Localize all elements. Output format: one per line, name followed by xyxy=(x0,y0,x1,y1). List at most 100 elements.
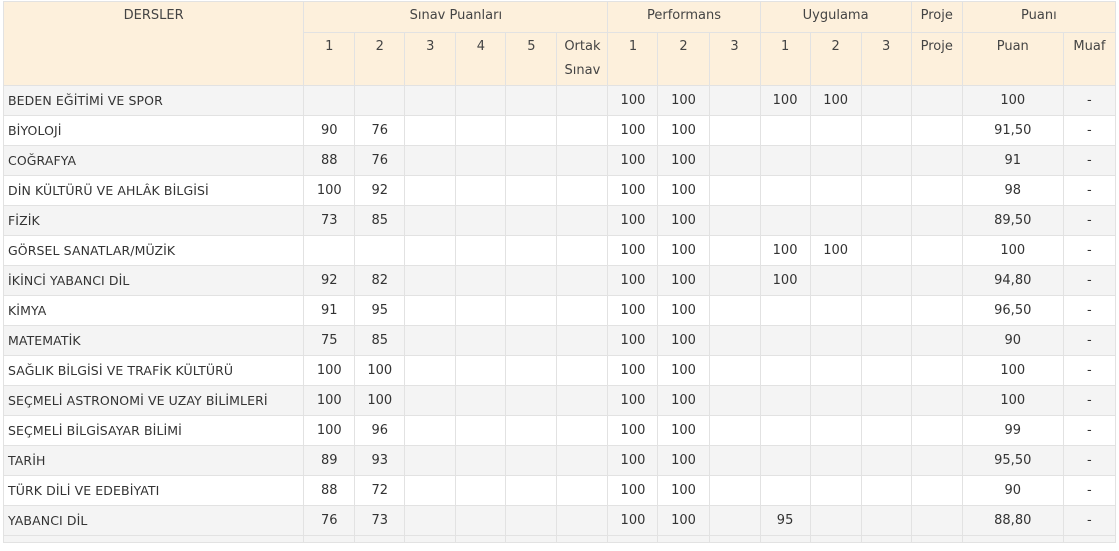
uygulama-1-cell xyxy=(759,445,811,476)
ortak-sinav-cell xyxy=(556,475,609,506)
uygulama-1-cell xyxy=(759,115,811,146)
grades-table-container: DERSLER Sınav Puanları Performans Uygula… xyxy=(2,1,1117,543)
uygulama-1-cell xyxy=(759,205,811,236)
uygulama-3-cell xyxy=(860,235,912,266)
sinav-1-cell: 100 xyxy=(303,415,356,446)
uygulama-2-cell: 100 xyxy=(809,235,862,266)
sinav-2-cell: 100 xyxy=(354,355,406,386)
proje-cell xyxy=(910,415,963,446)
muaf-cell: - xyxy=(1062,145,1117,176)
proje-cell xyxy=(910,475,963,506)
header-performans-1: 1 xyxy=(607,32,659,86)
muaf-cell: - xyxy=(1062,445,1117,476)
sinav-4-cell xyxy=(455,325,507,356)
performans-3-cell xyxy=(708,385,761,416)
puan-cell: 100 xyxy=(961,235,1064,266)
sinav-3-cell xyxy=(404,295,457,326)
muaf-cell: - xyxy=(1062,85,1117,116)
performans-2-cell: 100 xyxy=(657,445,710,476)
performans-3-cell xyxy=(708,175,761,206)
performans-3-cell xyxy=(708,145,761,176)
uygulama-2-cell: 100 xyxy=(809,85,862,116)
uygulama-2-cell xyxy=(809,385,862,416)
performans-2-cell: 100 xyxy=(657,205,710,236)
ortak-sinav-cell xyxy=(556,445,609,476)
performans-1-cell: 100 xyxy=(607,505,659,536)
performans-1-cell: 100 xyxy=(607,175,659,206)
sinav-2-cell xyxy=(354,235,406,266)
header-proje-group: Proje xyxy=(910,1,963,33)
table-row: SAĞLIK BİLGİSİ VE TRAFİK KÜLTÜRÜ 100 100 10… xyxy=(2,355,1117,386)
sinav-5-cell xyxy=(505,295,558,326)
sinav-3-cell xyxy=(404,235,457,266)
performans-2-cell: 100 xyxy=(657,385,710,416)
header-performans-2: 2 xyxy=(657,32,710,86)
header-sinav-3: 3 xyxy=(404,32,457,86)
ortak-sinav-cell xyxy=(556,355,609,386)
proje-cell xyxy=(910,445,963,476)
sinav-2-cell: 76 xyxy=(354,145,406,176)
puan-cell: 90 xyxy=(961,475,1064,506)
muaf-cell: - xyxy=(1062,415,1117,446)
performans-1-cell: 100 xyxy=(607,475,659,506)
uygulama-3-cell xyxy=(860,445,912,476)
header-sinav-5: 5 xyxy=(505,32,558,86)
sinav-5-cell xyxy=(505,415,558,446)
performans-1-cell: 100 xyxy=(607,145,659,176)
muaf-cell: - xyxy=(1062,475,1117,506)
proje-cell xyxy=(910,505,963,536)
proje-cell xyxy=(910,265,963,296)
uygulama-1-cell xyxy=(759,145,811,176)
table-row: MATEMATİK 75 85 100 100 90- xyxy=(2,325,1117,356)
performans-2-cell: 100 xyxy=(657,235,710,266)
sinav-4-cell xyxy=(455,115,507,146)
header-puan: Puan xyxy=(961,32,1064,86)
puan-cell: 99 xyxy=(961,415,1064,446)
sinav-2-cell: 85 xyxy=(354,325,406,356)
muaf-cell: - xyxy=(1062,175,1117,206)
header-muaf: Muaf xyxy=(1062,32,1117,86)
uygulama-1-cell xyxy=(759,475,811,506)
sinav-5-cell xyxy=(505,85,558,116)
proje-cell xyxy=(910,355,963,386)
ders-name-cell: MATEMATİK xyxy=(2,325,305,356)
proje-cell xyxy=(910,85,963,116)
sinav-4-cell xyxy=(455,475,507,506)
header-uygulama-2: 2 xyxy=(809,32,862,86)
sinav-3-cell xyxy=(404,205,457,236)
table-row: BİYOLOJİ 90 76 100 100 91,50- xyxy=(2,115,1117,146)
sinav-2-cell: 93 xyxy=(354,445,406,476)
muaf-cell: - xyxy=(1062,385,1117,416)
puan-cell: 88,80 xyxy=(961,505,1064,536)
uygulama-3-cell xyxy=(860,505,912,536)
uygulama-2-cell xyxy=(809,205,862,236)
sinav-4-cell xyxy=(455,415,507,446)
proje-cell xyxy=(910,115,963,146)
ders-name-cell: TARİH xyxy=(2,445,305,476)
header-dersler: DERSLER xyxy=(2,1,305,86)
sinav-1-cell: 90 xyxy=(303,115,356,146)
performans-1-cell: 100 xyxy=(607,265,659,296)
uygulama-2-cell xyxy=(809,325,862,356)
empty-cell xyxy=(404,535,457,543)
uygulama-1-cell xyxy=(759,385,811,416)
proje-cell xyxy=(910,235,963,266)
empty-cell xyxy=(860,535,912,543)
header-ortak-sinav: Ortak Sınav xyxy=(556,32,609,86)
ders-name-cell: BEDEN EĞİTİMİ VE SPOR xyxy=(2,85,305,116)
ders-name-cell: TÜRK DİLİ VE EDEBİYATI xyxy=(2,475,305,506)
ortak-sinav-cell xyxy=(556,415,609,446)
sinav-3-cell xyxy=(404,85,457,116)
uygulama-3-cell xyxy=(860,295,912,326)
sinav-4-cell xyxy=(455,505,507,536)
proje-cell xyxy=(910,205,963,236)
empty-cell xyxy=(2,535,305,543)
empty-cell xyxy=(657,535,710,543)
performans-2-cell: 100 xyxy=(657,85,710,116)
header-sinav-puanlari: Sınav Puanları xyxy=(303,1,609,33)
uygulama-1-cell: 100 xyxy=(759,265,811,296)
uygulama-3-cell xyxy=(860,325,912,356)
ortak-sinav-cell xyxy=(556,325,609,356)
performans-3-cell xyxy=(708,475,761,506)
sinav-4-cell xyxy=(455,265,507,296)
